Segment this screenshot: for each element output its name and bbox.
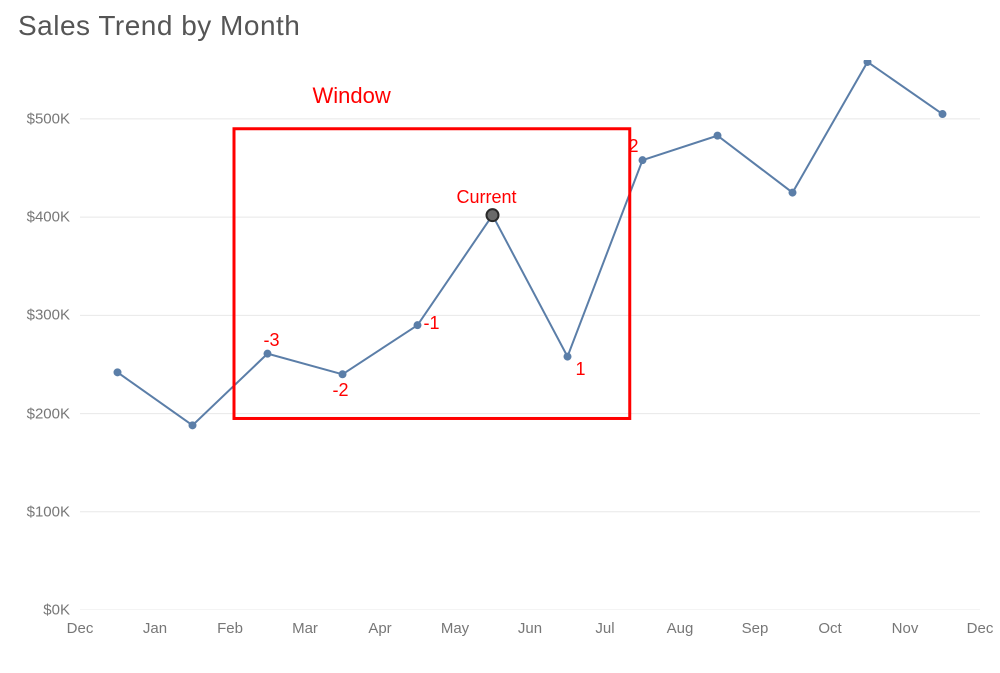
y-axis-tick-label: $400K: [27, 209, 70, 226]
y-axis-tick-label: $300K: [27, 307, 70, 324]
data-point: [939, 111, 946, 118]
x-axis-tick-label: Oct: [818, 620, 841, 637]
data-point: [714, 132, 721, 139]
x-axis-tick-label: Dec: [67, 620, 94, 637]
annotation-current-label: Current: [457, 187, 517, 208]
data-point: [189, 422, 196, 429]
annotation-offset-plus1: 1: [576, 359, 586, 380]
data-point: [639, 157, 646, 164]
data-point-current: [487, 209, 499, 221]
y-axis-tick-label: $0K: [43, 602, 70, 619]
x-axis-tick-label: May: [441, 620, 469, 637]
annotation-offset-minus2: -2: [333, 380, 349, 401]
y-axis-tick-label: $200K: [27, 405, 70, 422]
chart-svg: [80, 60, 980, 610]
y-axis-tick-label: $100K: [27, 503, 70, 520]
x-axis-tick-label: Mar: [292, 620, 318, 637]
annotation-offset-minus3: -3: [264, 330, 280, 351]
data-point: [414, 322, 421, 329]
x-axis-tick-label: Jul: [595, 620, 614, 637]
chart-plot-area: Window Current -3 -2 -1 1 2 $0K$100K$200…: [80, 60, 980, 610]
x-axis-tick-label: Dec: [967, 620, 994, 637]
x-axis-tick-label: Feb: [217, 620, 243, 637]
x-axis-tick-label: Jun: [518, 620, 542, 637]
chart-title: Sales Trend by Month: [18, 10, 300, 42]
data-point: [339, 371, 346, 378]
x-axis-tick-label: Aug: [667, 620, 694, 637]
annotation-window-box: [234, 129, 630, 419]
y-axis-tick-label: $500K: [27, 110, 70, 127]
x-axis-tick-label: Sep: [742, 620, 769, 637]
data-point: [864, 60, 871, 65]
data-point: [789, 189, 796, 196]
data-point: [264, 350, 271, 357]
x-axis-tick-label: Jan: [143, 620, 167, 637]
x-axis-tick-label: Apr: [368, 620, 391, 637]
annotation-window-label: Window: [313, 83, 391, 109]
data-point: [114, 369, 121, 376]
line-series: [118, 62, 943, 425]
annotation-offset-minus1: -1: [424, 313, 440, 334]
annotation-offset-plus2: 2: [629, 136, 639, 157]
data-point: [564, 353, 571, 360]
x-axis-tick-label: Nov: [892, 620, 919, 637]
